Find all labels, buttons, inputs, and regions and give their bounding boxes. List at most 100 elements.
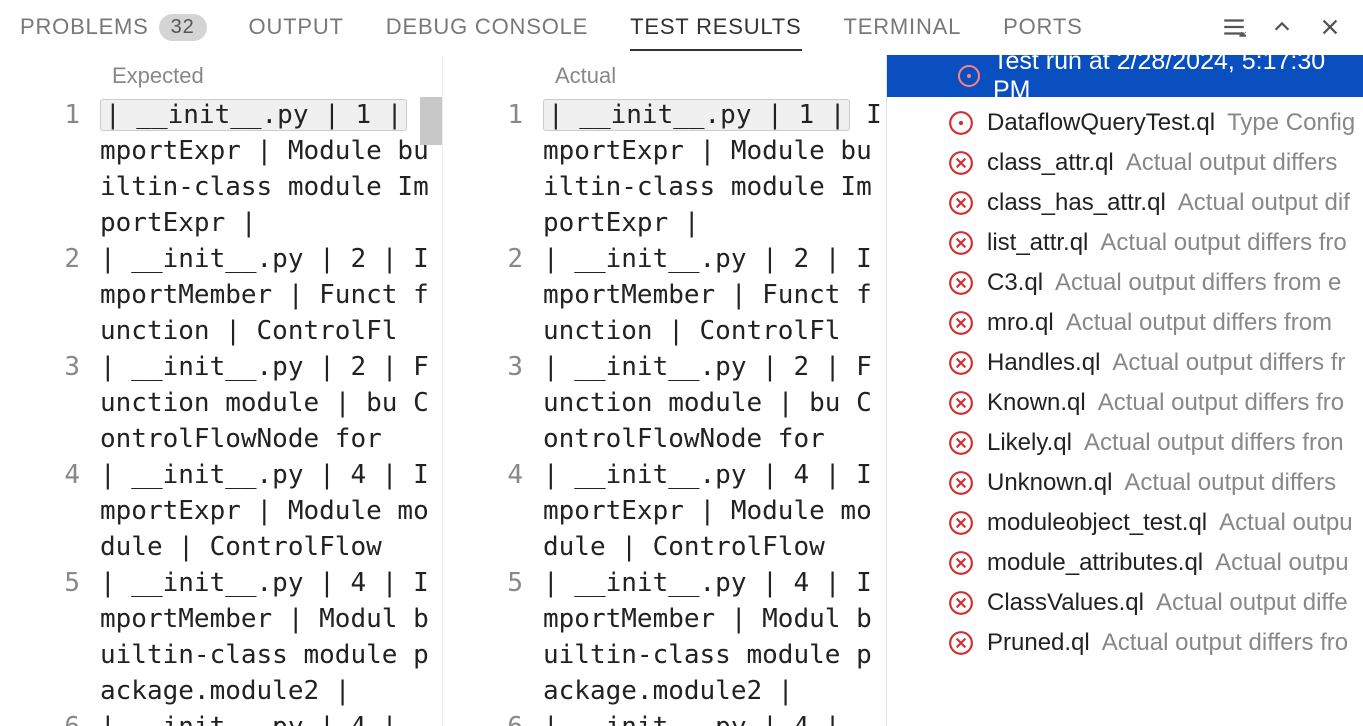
line-text: | __init__.py | 1 | ImportExpr | Module … [543,97,886,241]
error-circle-icon [947,589,975,617]
line-text: | __init__.py | 4 | [100,709,442,726]
test-result-name: DataflowQueryTest.ql [987,109,1215,137]
test-result-item[interactable]: module_attributes.qlActual outpu [887,543,1363,583]
test-result-detail: Actual output dif [1178,189,1350,217]
tab-debug-label: DEBUG CONSOLE [386,14,588,40]
test-result-detail: Actual output differs fr [1112,349,1345,377]
test-result-detail: Actual output differs from [1066,309,1332,337]
tab-test-results[interactable]: TEST RESULTS [630,0,801,54]
test-result-detail: Actual output differs [1126,149,1338,177]
line-text: | __init__.py | 4 | [543,709,886,726]
test-result-name: Known.ql [987,389,1086,417]
close-icon[interactable] [1317,14,1343,40]
error-circle-icon [947,549,975,577]
line-text: | __init__.py | 4 | ImportMember | Modul… [100,565,442,709]
test-result-item[interactable]: class_has_attr.qlActual output dif [887,183,1363,223]
test-result-name: Pruned.ql [987,629,1090,657]
tab-terminal[interactable]: TERMINAL [844,0,962,54]
error-circle-icon [947,629,975,657]
actual-code: 1| __init__.py | 1 | ImportExpr | Module… [443,97,886,726]
test-result-item[interactable]: DataflowQueryTest.qlType Config [887,103,1363,143]
tab-ports[interactable]: PORTS [1003,0,1082,54]
results-panel: Test run at 2/28/2024, 5:17:30 PM Datafl… [886,55,1363,726]
svg-text:×: × [1241,29,1247,40]
test-result-detail: Actual output differs fron [1084,429,1344,457]
tab-terminal-label: TERMINAL [844,14,962,40]
tab-debug-console[interactable]: DEBUG CONSOLE [386,0,588,54]
test-result-name: ClassValues.ql [987,589,1144,617]
test-result-item[interactable]: mro.qlActual output differs from [887,303,1363,343]
expected-code: 1| __init__.py | 1 | ImportExpr | Module… [0,97,442,726]
expected-body[interactable]: 1| __init__.py | 1 | ImportExpr | Module… [0,97,442,726]
warning-circle-icon [957,64,981,88]
line-text: | __init__.py | 2 | Function module | bu… [100,349,442,457]
error-circle-icon [947,429,975,457]
code-line: 2| __init__.py | 2 | ImportMember | Func… [0,241,442,349]
line-number: 6 [0,709,100,726]
line-text: | __init__.py | 4 | ImportExpr | Module … [543,457,886,565]
test-result-name: Handles.ql [987,349,1100,377]
line-text: | __init__.py | 4 | ImportExpr | Module … [100,457,442,565]
line-text: | __init__.py | 2 | ImportMember | Funct… [100,241,442,349]
tab-problems-label: PROBLEMS [20,14,149,40]
test-result-item[interactable]: list_attr.ql Actual output differs fro [887,223,1363,263]
code-line: 3| __init__.py | 2 | Function module | b… [443,349,886,457]
error-circle-icon [947,309,975,337]
test-result-detail: Actual outpu [1215,549,1348,577]
line-number: 2 [443,241,543,349]
code-line: 1| __init__.py | 1 | ImportExpr | Module… [0,97,442,241]
tab-ports-label: PORTS [1003,14,1082,40]
expected-panel: Expected 1| __init__.py | 1 | ImportExpr… [0,55,443,726]
line-number: 2 [0,241,100,349]
scrollbar-thumb[interactable] [420,97,442,145]
actual-panel: Actual 1| __init__.py | 1 | ImportExpr |… [443,55,886,726]
chevron-up-icon[interactable] [1269,14,1295,40]
filter-icon[interactable]: × [1221,14,1247,40]
test-result-item[interactable]: Pruned.ql Actual output differs fro [887,623,1363,663]
test-result-name: Likely.ql [987,429,1072,457]
test-result-item[interactable]: Handles.ql Actual output differs fr [887,343,1363,383]
line-number: 1 [0,97,100,241]
code-line: 5| __init__.py | 4 | ImportMember | Modu… [0,565,442,709]
error-circle-icon [947,149,975,177]
test-results-content: Expected 1| __init__.py | 1 | ImportExpr… [0,55,1363,726]
problems-badge: 32 [159,14,207,41]
test-result-item[interactable]: Unknown.qlActual output differs [887,463,1363,503]
panel-actions: × [1221,14,1343,40]
test-result-item[interactable]: C3.qlActual output differs from e [887,263,1363,303]
code-line: 2| __init__.py | 2 | ImportMember | Func… [443,241,886,349]
error-circle-icon [947,189,975,217]
code-line: 6| __init__.py | 4 | [0,709,442,726]
line-number: 3 [443,349,543,457]
test-result-detail: Actual outpu [1219,509,1352,537]
tab-output[interactable]: OUTPUT [249,0,344,54]
test-run-header[interactable]: Test run at 2/28/2024, 5:17:30 PM [887,55,1363,97]
warning-circle-icon [947,109,975,137]
test-result-detail: Actual output differs fro [1100,229,1346,257]
test-result-name: list_attr.ql [987,229,1088,257]
test-result-item[interactable]: class_attr.qlActual output differs [887,143,1363,183]
line-number: 5 [0,565,100,709]
code-line: 6| __init__.py | 4 | [443,709,886,726]
test-result-item[interactable]: Known.qlActual output differs fro [887,383,1363,423]
line-number: 5 [443,565,543,709]
test-result-item[interactable]: moduleobject_test.qlActual outpu [887,503,1363,543]
panel-tabs: PROBLEMS 32 OUTPUT DEBUG CONSOLE TEST RE… [0,0,1363,55]
expected-header: Expected [0,55,442,97]
test-result-detail: Actual output differs fro [1102,629,1348,657]
test-result-item[interactable]: Likely.ql Actual output differs fron [887,423,1363,463]
code-line: 4| __init__.py | 4 | ImportExpr | Module… [0,457,442,565]
error-circle-icon [947,469,975,497]
error-circle-icon [947,509,975,537]
line-text: | __init__.py | 2 | ImportMember | Funct… [543,241,886,349]
line-number: 3 [0,349,100,457]
actual-body[interactable]: 1| __init__.py | 1 | ImportExpr | Module… [443,97,886,726]
tab-problems[interactable]: PROBLEMS 32 [20,0,207,54]
error-circle-icon [947,269,975,297]
code-line: 5| __init__.py | 4 | ImportMember | Modu… [443,565,886,709]
line-text: | __init__.py | 2 | Function module | bu… [543,349,886,457]
error-circle-icon [947,349,975,377]
test-result-item[interactable]: ClassValues.qlActual output diffe [887,583,1363,623]
test-result-detail: Actual output differs [1124,469,1336,497]
line-number: 4 [443,457,543,565]
